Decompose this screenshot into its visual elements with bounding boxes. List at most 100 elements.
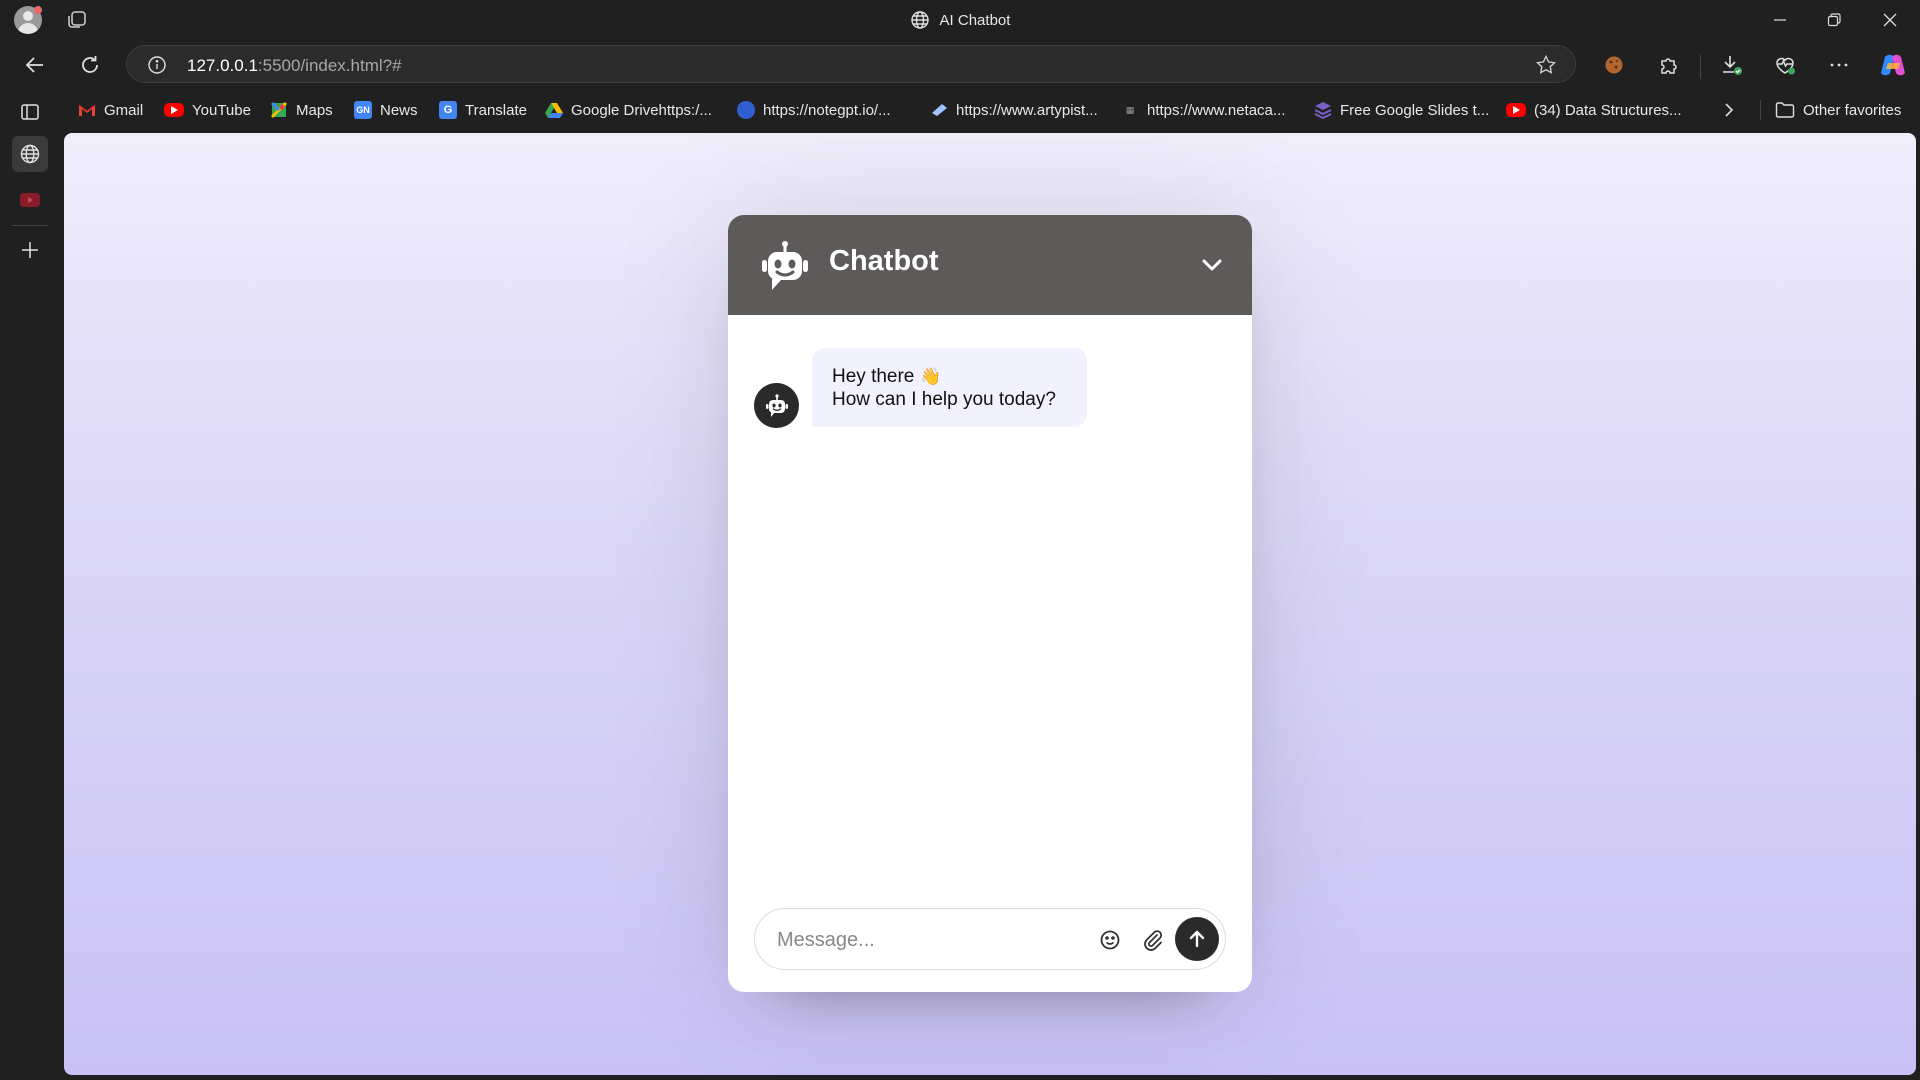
browser-sidebar [0, 88, 62, 1080]
site-info-icon[interactable] [147, 55, 167, 75]
favorite-label: https://notegpt.io/... [763, 101, 891, 119]
chevron-down-icon [1202, 259, 1222, 271]
send-message-button[interactable] [1175, 917, 1219, 961]
cookie-icon [1605, 56, 1623, 74]
copilot-icon [1881, 54, 1905, 76]
collapse-chat-button[interactable] [1192, 245, 1232, 285]
more-dots-icon [1830, 63, 1848, 67]
url-text[interactable]: 127.0.0.1:5500/index.html?# [187, 56, 402, 76]
robot-icon [765, 393, 788, 417]
chatbot-popup: Chatbot Hey there 👋 How can I help you t… [728, 215, 1252, 992]
copilot-button[interactable] [1876, 48, 1910, 82]
minimize-icon [1774, 19, 1786, 21]
arrow-up-icon [1189, 930, 1205, 948]
youtube-icon [1506, 103, 1526, 117]
chatbot-header: Chatbot [728, 215, 1252, 315]
chatbot-logo-icon [762, 241, 808, 290]
chat-composer [754, 908, 1226, 970]
favorite-artypist[interactable]: https://www.artypist... [930, 92, 1098, 128]
emoji-icon [1100, 930, 1120, 950]
favorite-label: Maps [296, 101, 333, 119]
news-icon: GN [354, 101, 372, 119]
other-favorites-label: Other favorites [1803, 101, 1902, 119]
refresh-button[interactable] [73, 48, 107, 82]
artypist-icon [930, 101, 948, 119]
favorite-label: Google Drivehttps:/... [571, 101, 712, 119]
favorite-netaca[interactable]: ▦ https://www.netaca... [1121, 92, 1286, 128]
greeting-text: Hey there [832, 366, 915, 387]
chat-message-list[interactable]: Hey there 👋 How can I help you today? [728, 315, 1252, 875]
sidebar-tab-youtube[interactable] [12, 182, 48, 218]
favorite-youtube[interactable]: YouTube [164, 92, 251, 128]
maps-icon [270, 101, 288, 119]
bot-message-bubble: Hey there 👋 How can I help you today? [812, 348, 1087, 427]
more-menu-button[interactable] [1822, 48, 1856, 82]
favorite-label: Translate [465, 101, 527, 119]
notegpt-icon [737, 101, 755, 119]
favorite-notegpt[interactable]: https://notegpt.io/... [737, 92, 891, 128]
favorite-label: https://www.artypist... [956, 101, 1098, 119]
bot-message-line-1: Hey there 👋 [832, 365, 1068, 388]
sidebar-tab-actions-button[interactable] [12, 94, 48, 130]
chevron-right-icon [1725, 103, 1734, 117]
close-icon [1883, 13, 1897, 27]
netaca-icon: ▦ [1125, 104, 1135, 115]
extensions-button[interactable] [1652, 48, 1686, 82]
favorite-news[interactable]: GN News [354, 92, 418, 128]
url-host: 127.0.0.1 [187, 56, 258, 75]
puzzle-icon [1661, 58, 1677, 74]
message-input[interactable] [777, 926, 1077, 954]
refresh-icon [82, 56, 98, 73]
heart-pulse-icon [1776, 57, 1795, 75]
favorite-label: https://www.netaca... [1147, 101, 1286, 119]
emoji-picker-button[interactable] [1096, 926, 1124, 954]
favorite-maps[interactable]: Maps [270, 92, 333, 128]
folder-icon [1775, 102, 1795, 118]
back-button[interactable] [18, 48, 52, 82]
address-bar[interactable]: 127.0.0.1:5500/index.html?# [126, 45, 1576, 83]
favorite-data-structures[interactable]: (34) Data Structures... [1506, 92, 1682, 128]
toolbar-divider [1700, 55, 1701, 79]
favbar-divider [1760, 100, 1761, 120]
favorite-translate[interactable]: G Translate [439, 92, 527, 128]
sidebar-separator [12, 225, 48, 226]
sidebar-tab-active[interactable] [12, 136, 48, 172]
slides-icon [1314, 101, 1332, 119]
favorite-label: (34) Data Structures... [1534, 101, 1682, 119]
window-title-text: AI Chatbot [939, 11, 1011, 29]
drive-icon [545, 101, 563, 119]
page-viewport: Chatbot Hey there 👋 How can I help you t… [64, 133, 1916, 1075]
waving-hand-emoji: 👋 [920, 367, 942, 386]
profile-notification-dot [34, 6, 42, 14]
other-favorites-folder[interactable]: Other favorites [1775, 92, 1901, 128]
favorite-label: YouTube [192, 101, 251, 119]
favorite-gmail[interactable]: Gmail [78, 92, 143, 128]
globe-icon [910, 11, 929, 29]
workspaces-icon[interactable] [66, 10, 88, 30]
favorites-bar: Gmail YouTube Maps GN News G Translate G… [0, 92, 1920, 128]
favorite-star-icon[interactable] [1535, 54, 1557, 76]
window-title: AI Chatbot [0, 0, 1920, 40]
sidebar-new-tab-button[interactable] [12, 232, 48, 268]
youtube-icon [164, 103, 184, 117]
cookie-extension-button[interactable] [1597, 48, 1631, 82]
favorites-overflow-button[interactable] [1722, 92, 1736, 128]
plus-icon [22, 242, 38, 258]
favorite-label: News [380, 101, 418, 119]
paperclip-icon [1144, 930, 1163, 951]
favorite-google-drive[interactable]: Google Drivehttps:/... [545, 92, 712, 128]
tab-panel-icon [21, 104, 39, 120]
title-bar: AI Chatbot [0, 0, 1920, 40]
close-window-button[interactable] [1862, 0, 1918, 40]
globe-icon [20, 144, 40, 164]
translate-icon: G [439, 101, 457, 119]
url-path: :5500/index.html?# [257, 56, 402, 75]
attach-file-button[interactable] [1139, 926, 1167, 954]
downloads-button[interactable] [1715, 48, 1749, 82]
favorite-free-google-slides[interactable]: Free Google Slides t... [1314, 92, 1489, 128]
minimize-button[interactable] [1752, 0, 1808, 40]
youtube-icon [20, 193, 40, 207]
gmail-icon [78, 101, 96, 119]
restore-button[interactable] [1806, 0, 1862, 40]
browser-essentials-button[interactable] [1768, 48, 1802, 82]
